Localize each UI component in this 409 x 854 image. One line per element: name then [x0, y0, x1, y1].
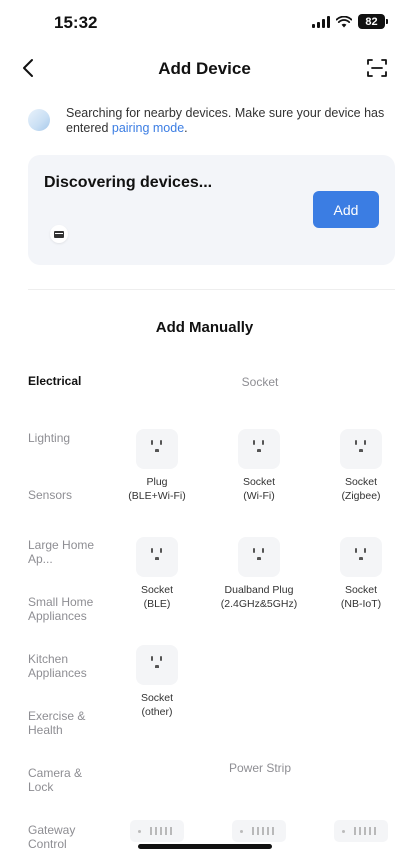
power-strip-icon[interactable]	[130, 820, 184, 842]
searching-indicator-icon	[28, 109, 50, 131]
socket-icon	[340, 537, 382, 577]
power-strip-icon[interactable]	[232, 820, 286, 842]
category-small-home-appliances[interactable]: Small Home Appliances	[28, 595, 108, 623]
socket-icon	[136, 537, 178, 577]
divider	[28, 289, 395, 290]
device-tile-socket-nb-iot[interactable]: Socket (NB-IoT)	[316, 537, 406, 611]
socket-icon	[136, 645, 178, 685]
status-bar: 15:32 82	[0, 0, 409, 46]
socket-icon	[340, 429, 382, 469]
device-label: Socket (BLE)	[140, 584, 174, 610]
home-indicator[interactable]	[138, 844, 272, 849]
section-power-strip: Power Strip	[228, 761, 292, 775]
search-status: Searching for nearby devices. Make sure …	[28, 104, 388, 138]
socket-icon	[238, 429, 280, 469]
device-label: Socket (NB-IoT)	[340, 584, 382, 610]
power-strip-icon[interactable]	[334, 820, 388, 842]
category-large-home-appliances[interactable]: Large Home Ap...	[28, 538, 106, 566]
device-tile-plug-ble-wifi[interactable]: Plug (BLE+Wi-Fi)	[112, 429, 202, 503]
category-lighting[interactable]: Lighting	[28, 431, 120, 445]
discover-title: Discovering devices...	[44, 174, 213, 191]
category-camera-lock[interactable]: Camera & Lock	[28, 766, 88, 794]
discover-card: Discovering devices... Add	[28, 155, 395, 265]
device-tile-dualband-plug[interactable]: Dualband Plug (2.4GHz&5GHz)	[214, 537, 304, 611]
page-title: Add Device	[158, 59, 251, 78]
device-label: Socket (Wi-Fi)	[242, 476, 276, 502]
socket-icon	[238, 537, 280, 577]
device-label: Plug (BLE+Wi-Fi)	[128, 476, 186, 502]
add-button[interactable]: Add	[313, 191, 379, 228]
category-gateway-control[interactable]: Gateway Control	[28, 823, 88, 851]
device-tile-socket-ble[interactable]: Socket (BLE)	[112, 537, 202, 611]
battery-icon: 82	[358, 14, 388, 29]
search-message: Searching for nearby devices. Make sure …	[66, 106, 388, 136]
device-label: Dualband Plug (2.4GHz&5GHz)	[220, 584, 298, 610]
wifi-icon	[336, 15, 352, 27]
search-message-suffix: .	[184, 121, 188, 135]
socket-icon	[136, 429, 178, 469]
device-label: Socket (Zigbee)	[341, 476, 381, 502]
category-electrical[interactable]: Electrical	[28, 374, 120, 388]
scan-icon[interactable]	[365, 56, 389, 80]
device-tile-socket-other[interactable]: Socket (other)	[112, 645, 202, 719]
pairing-mode-link[interactable]: pairing mode	[112, 121, 184, 135]
add-manually-title: Add Manually	[155, 319, 254, 336]
device-label: Socket (other)	[140, 692, 174, 718]
device-tile-socket-wifi[interactable]: Socket (Wi-Fi)	[214, 429, 304, 503]
category-kitchen-appliances[interactable]: Kitchen Appliances	[28, 652, 98, 680]
status-icons: 82	[312, 14, 388, 29]
category-exercise-health[interactable]: Exercise & Health	[28, 709, 88, 737]
found-device-icon[interactable]	[50, 225, 68, 243]
section-socket: Socket	[241, 375, 279, 389]
status-time: 15:32	[54, 13, 98, 32]
nav-bar: Add Device	[0, 50, 409, 86]
device-tile-socket-zigbee[interactable]: Socket (Zigbee)	[316, 429, 406, 503]
category-sensors[interactable]: Sensors	[28, 488, 120, 502]
cellular-signal-icon	[312, 15, 330, 28]
